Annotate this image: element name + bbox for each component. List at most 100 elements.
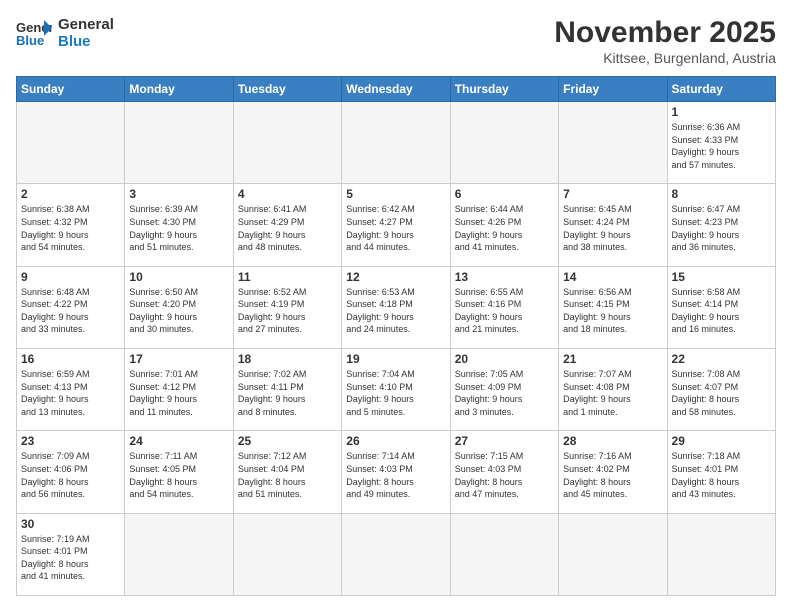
day-number: 29	[672, 434, 771, 448]
day-number: 25	[238, 434, 337, 448]
day-info: Sunrise: 7:04 AM Sunset: 4:10 PM Dayligh…	[346, 368, 445, 418]
table-row: 16 Sunrise: 6:59 AM Sunset: 4:13 PM Dayli…	[17, 348, 125, 430]
day-number: 10	[129, 270, 228, 284]
table-row: 15 Sunrise: 6:58 AM Sunset: 4:14 PM Dayli…	[667, 266, 775, 348]
table-row: 7 Sunrise: 6:45 AM Sunset: 4:24 PM Daylig…	[559, 184, 667, 266]
day-number: 27	[455, 434, 554, 448]
day-number: 2	[21, 187, 120, 201]
day-info: Sunrise: 6:55 AM Sunset: 4:16 PM Dayligh…	[455, 286, 554, 336]
day-info: Sunrise: 7:15 AM Sunset: 4:03 PM Dayligh…	[455, 450, 554, 500]
table-row: 28 Sunrise: 7:16 AM Sunset: 4:02 PM Dayli…	[559, 431, 667, 513]
table-row: 13 Sunrise: 6:55 AM Sunset: 4:16 PM Dayli…	[450, 266, 558, 348]
day-info: Sunrise: 6:59 AM Sunset: 4:13 PM Dayligh…	[21, 368, 120, 418]
day-number: 23	[21, 434, 120, 448]
day-info: Sunrise: 7:05 AM Sunset: 4:09 PM Dayligh…	[455, 368, 554, 418]
day-number: 6	[455, 187, 554, 201]
table-row: 9 Sunrise: 6:48 AM Sunset: 4:22 PM Daylig…	[17, 266, 125, 348]
calendar-row: 16 Sunrise: 6:59 AM Sunset: 4:13 PM Dayli…	[17, 348, 776, 430]
day-info: Sunrise: 7:14 AM Sunset: 4:03 PM Dayligh…	[346, 450, 445, 500]
page: General Blue General Blue November 2025 …	[0, 0, 792, 612]
table-row: 29 Sunrise: 7:18 AM Sunset: 4:01 PM Dayli…	[667, 431, 775, 513]
table-row	[233, 102, 341, 184]
calendar-row: 30 Sunrise: 7:19 AM Sunset: 4:01 PM Dayli…	[17, 513, 776, 595]
table-row	[559, 102, 667, 184]
table-row: 27 Sunrise: 7:15 AM Sunset: 4:03 PM Dayli…	[450, 431, 558, 513]
table-row: 14Sunrise: 6:56 AM Sunset: 4:15 PM Dayli…	[559, 266, 667, 348]
day-number: 8	[672, 187, 771, 201]
table-row: 20 Sunrise: 7:05 AM Sunset: 4:09 PM Dayli…	[450, 348, 558, 430]
day-info: Sunrise: 7:12 AM Sunset: 4:04 PM Dayligh…	[238, 450, 337, 500]
table-row: 26 Sunrise: 7:14 AM Sunset: 4:03 PM Dayli…	[342, 431, 450, 513]
table-row	[125, 513, 233, 595]
month-title: November 2025	[554, 16, 776, 50]
day-info: Sunrise: 6:41 AM Sunset: 4:29 PM Dayligh…	[238, 203, 337, 253]
header-sunday: Sunday	[17, 77, 125, 102]
table-row: 11Sunrise: 6:52 AM Sunset: 4:19 PM Dayli…	[233, 266, 341, 348]
day-info: Sunrise: 6:53 AM Sunset: 4:18 PM Dayligh…	[346, 286, 445, 336]
day-number: 19	[346, 352, 445, 366]
table-row	[342, 102, 450, 184]
day-number: 18	[238, 352, 337, 366]
calendar-table: Sunday Monday Tuesday Wednesday Thursday…	[16, 76, 776, 596]
table-row: 24Sunrise: 7:11 AM Sunset: 4:05 PM Dayli…	[125, 431, 233, 513]
day-info: Sunrise: 6:39 AM Sunset: 4:30 PM Dayligh…	[129, 203, 228, 253]
day-info: Sunrise: 7:08 AM Sunset: 4:07 PM Dayligh…	[672, 368, 771, 418]
day-number: 20	[455, 352, 554, 366]
day-number: 7	[563, 187, 662, 201]
day-info: Sunrise: 6:50 AM Sunset: 4:20 PM Dayligh…	[129, 286, 228, 336]
day-number: 28	[563, 434, 662, 448]
table-row	[559, 513, 667, 595]
table-row	[667, 513, 775, 595]
table-row	[450, 102, 558, 184]
day-number: 21	[563, 352, 662, 366]
day-number: 26	[346, 434, 445, 448]
day-info: Sunrise: 6:47 AM Sunset: 4:23 PM Dayligh…	[672, 203, 771, 253]
table-row: 21 Sunrise: 7:07 AM Sunset: 4:08 PM Dayli…	[559, 348, 667, 430]
calendar-row: 9 Sunrise: 6:48 AM Sunset: 4:22 PM Daylig…	[17, 266, 776, 348]
day-info: Sunrise: 7:11 AM Sunset: 4:05 PM Dayligh…	[129, 450, 228, 500]
day-number: 30	[21, 517, 120, 531]
day-info: Sunrise: 6:38 AM Sunset: 4:32 PM Dayligh…	[21, 203, 120, 253]
day-info: Sunrise: 6:48 AM Sunset: 4:22 PM Dayligh…	[21, 286, 120, 336]
day-info: Sunrise: 7:09 AM Sunset: 4:06 PM Dayligh…	[21, 450, 120, 500]
day-info: Sunrise: 6:42 AM Sunset: 4:27 PM Dayligh…	[346, 203, 445, 253]
logo-general: General	[58, 16, 114, 33]
day-info: Sunrise: 7:07 AM Sunset: 4:08 PM Dayligh…	[563, 368, 662, 418]
calendar-row: 1Sunrise: 6:36 AM Sunset: 4:33 PM Daylig…	[17, 102, 776, 184]
day-number: 3	[129, 187, 228, 201]
day-number: 16	[21, 352, 120, 366]
table-row	[125, 102, 233, 184]
table-row	[17, 102, 125, 184]
table-row: 6 Sunrise: 6:44 AM Sunset: 4:26 PM Daylig…	[450, 184, 558, 266]
table-row: 10 Sunrise: 6:50 AM Sunset: 4:20 PM Dayli…	[125, 266, 233, 348]
day-info: Sunrise: 6:45 AM Sunset: 4:24 PM Dayligh…	[563, 203, 662, 253]
day-number: 15	[672, 270, 771, 284]
table-row: 8 Sunrise: 6:47 AM Sunset: 4:23 PM Daylig…	[667, 184, 775, 266]
day-number: 9	[21, 270, 120, 284]
day-info: Sunrise: 7:02 AM Sunset: 4:11 PM Dayligh…	[238, 368, 337, 418]
header-friday: Friday	[559, 77, 667, 102]
weekday-header-row: Sunday Monday Tuesday Wednesday Thursday…	[17, 77, 776, 102]
day-info: Sunrise: 6:44 AM Sunset: 4:26 PM Dayligh…	[455, 203, 554, 253]
table-row: 22Sunrise: 7:08 AM Sunset: 4:07 PM Dayli…	[667, 348, 775, 430]
table-row: 2 Sunrise: 6:38 AM Sunset: 4:32 PM Daylig…	[17, 184, 125, 266]
table-row	[450, 513, 558, 595]
day-info: Sunrise: 7:16 AM Sunset: 4:02 PM Dayligh…	[563, 450, 662, 500]
header-thursday: Thursday	[450, 77, 558, 102]
day-number: 13	[455, 270, 554, 284]
day-info: Sunrise: 7:18 AM Sunset: 4:01 PM Dayligh…	[672, 450, 771, 500]
table-row: 17Sunrise: 7:01 AM Sunset: 4:12 PM Dayli…	[125, 348, 233, 430]
header-monday: Monday	[125, 77, 233, 102]
table-row: 19 Sunrise: 7:04 AM Sunset: 4:10 PM Dayli…	[342, 348, 450, 430]
day-info: Sunrise: 6:52 AM Sunset: 4:19 PM Dayligh…	[238, 286, 337, 336]
day-info: Sunrise: 7:19 AM Sunset: 4:01 PM Dayligh…	[21, 533, 120, 583]
table-row: 4Sunrise: 6:41 AM Sunset: 4:29 PM Daylig…	[233, 184, 341, 266]
logo: General Blue General Blue	[16, 16, 114, 51]
svg-text:Blue: Blue	[16, 33, 44, 48]
title-block: November 2025 Kittsee, Burgenland, Austr…	[554, 16, 776, 66]
day-info: Sunrise: 7:01 AM Sunset: 4:12 PM Dayligh…	[129, 368, 228, 418]
day-info: Sunrise: 6:58 AM Sunset: 4:14 PM Dayligh…	[672, 286, 771, 336]
day-info: Sunrise: 6:36 AM Sunset: 4:33 PM Dayligh…	[672, 121, 771, 171]
logo-blue: Blue	[58, 33, 114, 50]
calendar-row: 23 Sunrise: 7:09 AM Sunset: 4:06 PM Dayli…	[17, 431, 776, 513]
